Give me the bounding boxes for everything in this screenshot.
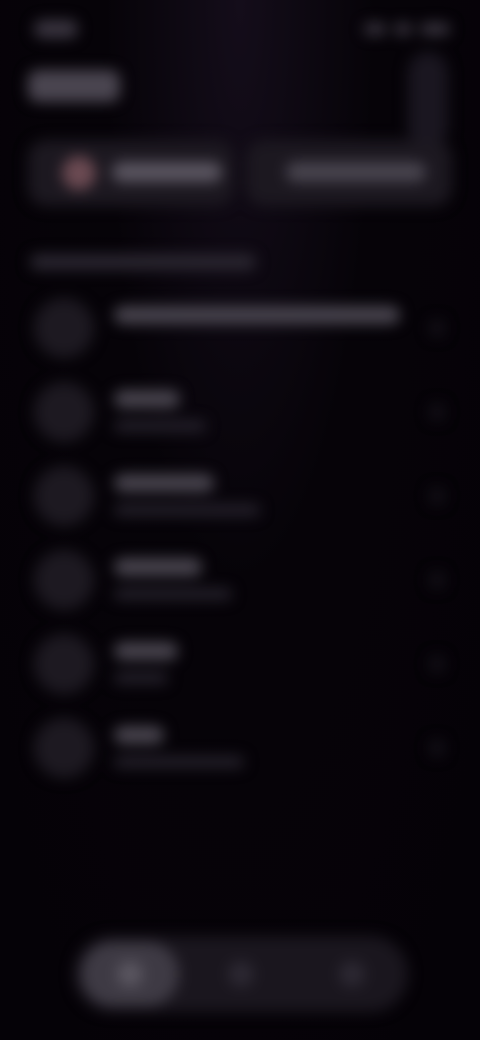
battery-icon [420,23,450,35]
signal-icon [364,23,386,35]
avatar [34,718,94,778]
list-item-title [114,726,164,744]
list-item-subtitle [114,672,168,684]
blurred-content [0,0,480,1040]
list-item-title [114,474,214,492]
segment-second-label [286,162,426,182]
page-title [28,70,120,102]
avatar [34,550,94,610]
nav-item-search[interactable] [192,942,290,1006]
chevron-right-icon [430,320,444,336]
list-item[interactable] [28,372,452,456]
title-row [28,52,452,148]
avatar [34,466,94,526]
profile-icon [339,961,366,987]
list-item-subtitle [114,504,260,516]
wifi-icon [394,23,412,35]
chevron-right-icon [430,740,444,756]
list-item-title [114,306,400,324]
list-item-title [114,642,178,660]
list-item-subtitle [114,588,232,600]
list-item-title [114,390,180,408]
list-item[interactable] [28,708,452,792]
avatar [34,382,94,442]
segment-second[interactable] [246,140,452,206]
segmented-control [28,140,452,206]
list-item[interactable] [28,624,452,708]
chevron-right-icon [430,572,444,588]
list-item-title [114,558,202,576]
home-icon [116,961,143,987]
section-header [30,254,256,270]
segment-first-label [112,162,222,182]
status-time [34,20,78,38]
list-item[interactable] [28,288,452,372]
list-item[interactable] [28,540,452,624]
bottom-nav [74,936,408,1012]
chevron-right-icon [430,656,444,672]
status-bar [0,0,480,60]
avatar-icon [62,156,96,190]
item-list [28,288,452,792]
list-item-subtitle [114,756,244,768]
chevron-right-icon [430,488,444,504]
status-indicators [364,20,450,38]
avatar [34,634,94,694]
list-item[interactable] [28,456,452,540]
list-item-subtitle [114,420,206,432]
app-screen [0,0,480,1040]
nav-item-home[interactable] [80,942,179,1006]
chevron-right-icon [430,404,444,420]
segment-first[interactable] [28,140,234,206]
avatar [34,298,94,358]
nav-item-profile[interactable] [303,942,401,1006]
search-icon [227,961,254,987]
more-vertical-icon[interactable] [408,52,448,148]
